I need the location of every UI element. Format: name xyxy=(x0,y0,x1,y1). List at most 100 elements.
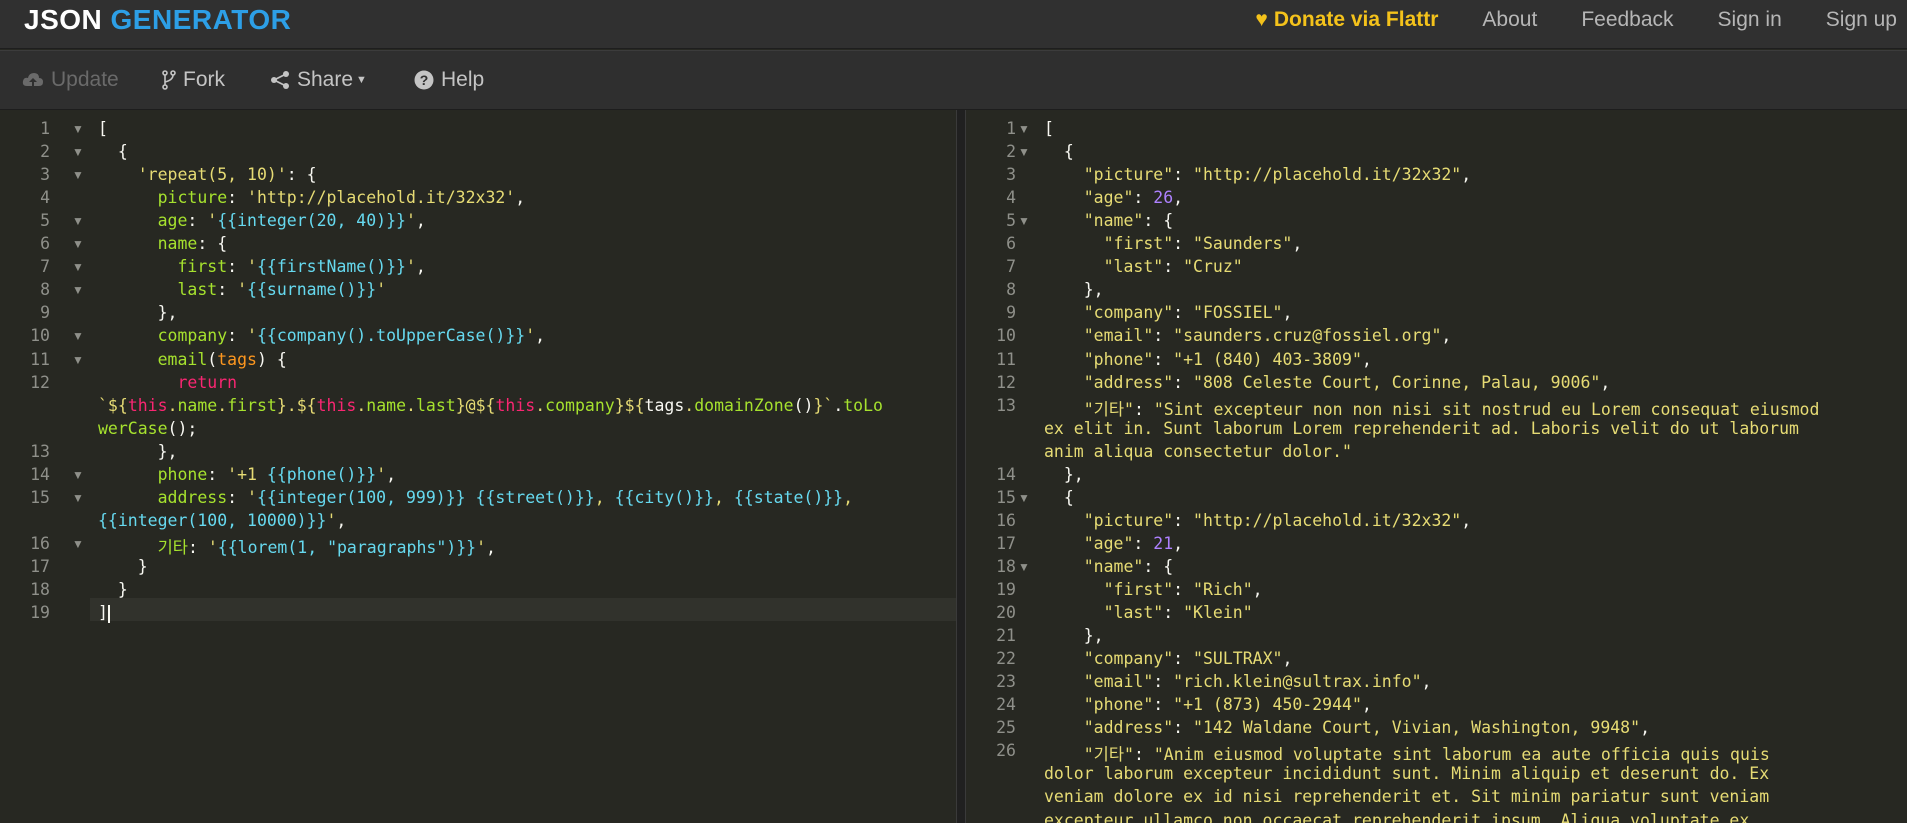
pane-divider[interactable] xyxy=(956,110,966,823)
code-line[interactable]: excepteur ullamco non occaecat reprehend… xyxy=(966,811,1907,823)
code-line[interactable]: 18 ▼ "name": { xyxy=(966,557,1907,580)
code-line[interactable]: 13 }, xyxy=(0,442,956,465)
code-line[interactable]: 3 ▼ 'repeat(5, 10)': { xyxy=(0,165,956,188)
code-token: : xyxy=(217,280,238,300)
code-token: return xyxy=(177,372,238,392)
code-token: ' xyxy=(247,487,257,507)
code-line[interactable]: 1 ▼[ xyxy=(0,119,956,142)
code-token: domainZone xyxy=(694,395,794,415)
code-line[interactable]: 4 "age": 26, xyxy=(966,188,1907,211)
code-line[interactable]: 10 "email": "saunders.cruz@fossiel.org", xyxy=(966,326,1907,349)
line-number: 26 xyxy=(996,741,1016,761)
code-text: "picture": "http://placehold.it/32x32", xyxy=(1044,511,1471,530)
fold-toggle-icon[interactable]: ▼ xyxy=(1018,491,1030,505)
code-line[interactable]: 26 "기타": "Anim eiusmod voluptate sint la… xyxy=(966,741,1907,764)
code-line[interactable]: 8 }, xyxy=(966,280,1907,303)
code-line[interactable]: 10 ▼ company: '{{company().toUpperCase()}… xyxy=(0,326,956,349)
code-line[interactable]: 16 ▼ 기타: '{{lorem(1, "paragraphs")}}', xyxy=(0,534,956,557)
help-button[interactable]: ? Help xyxy=(414,68,484,92)
line-number: 13 xyxy=(996,395,1016,415)
update-button[interactable]: Update xyxy=(22,68,119,92)
code-line[interactable]: dolor laborum excepteur incididunt sunt.… xyxy=(966,764,1907,787)
code-line[interactable]: 8 ▼ last: '{{surname()}}' xyxy=(0,280,956,303)
feedback-link[interactable]: Feedback xyxy=(1581,8,1673,32)
code-line[interactable]: veniam dolore ex id nisi reprehenderit e… xyxy=(966,787,1907,810)
code-line[interactable]: 7 "last": "Cruz" xyxy=(966,257,1907,280)
code-line[interactable]: 23 "email": "rich.klein@sultrax.info", xyxy=(966,672,1907,695)
fold-toggle-icon[interactable]: ▼ xyxy=(1018,214,1030,228)
line-number: 19 xyxy=(996,580,1016,599)
code-line[interactable]: 9 }, xyxy=(0,303,956,326)
code-line[interactable]: 14 ▼ phone: '+1 {{phone()}}', xyxy=(0,465,956,488)
code-line[interactable]: 19] xyxy=(0,603,956,626)
code-line[interactable]: 14 }, xyxy=(966,465,1907,488)
donate-link[interactable]: ♥ Donate via Flattr xyxy=(1255,8,1438,32)
code-line[interactable]: 21 }, xyxy=(966,626,1907,649)
code-line[interactable]: `${this.name.first}.${this.name.last}@${… xyxy=(0,396,956,419)
signup-link[interactable]: Sign up xyxy=(1826,8,1897,32)
fold-toggle-icon[interactable]: ▼ xyxy=(1018,122,1030,136)
code-line[interactable]: ex elit in. Sunt laborum Lorem reprehend… xyxy=(966,419,1907,442)
code-line[interactable]: 3 "picture": "http://placehold.it/32x32"… xyxy=(966,165,1907,188)
fold-toggle-icon[interactable]: ▼ xyxy=(72,353,84,367)
code-line[interactable]: 11 ▼ email(tags) { xyxy=(0,350,956,373)
code-line[interactable]: 9 "company": "FOSSIEL", xyxy=(966,303,1907,326)
signin-link[interactable]: Sign in xyxy=(1718,8,1782,32)
code-line[interactable]: 15 ▼ { xyxy=(966,488,1907,511)
code-line[interactable]: 7 ▼ first: '{{firstName()}}', xyxy=(0,257,956,280)
fold-toggle-icon[interactable]: ▼ xyxy=(72,145,84,159)
help-label: Help xyxy=(441,68,485,91)
code-token: , xyxy=(1600,372,1611,392)
share-button[interactable]: Share ▼ xyxy=(270,68,367,92)
code-line[interactable]: 20 "last": "Klein" xyxy=(966,603,1907,626)
fold-toggle-icon[interactable]: ▼ xyxy=(72,537,84,551)
code-line[interactable]: 17 "age": 21, xyxy=(966,534,1907,557)
code-line[interactable]: 6 "first": "Saunders", xyxy=(966,234,1907,257)
code-line[interactable]: 1 ▼[ xyxy=(966,119,1907,142)
code-line[interactable]: 2 ▼ { xyxy=(0,142,956,165)
code-line[interactable]: 12 "address": "808 Celeste Court, Corinn… xyxy=(966,373,1907,396)
code-text: "address": "808 Celeste Court, Corinne, … xyxy=(1044,372,1611,392)
fold-toggle-icon[interactable]: ▼ xyxy=(72,168,84,182)
code-line[interactable]: 18 } xyxy=(0,580,956,603)
code-line[interactable]: 24 "phone": "+1 (873) 450-2944", xyxy=(966,695,1907,718)
code-line[interactable]: anim aliqua consectetur dolor." xyxy=(966,442,1907,465)
code-line[interactable]: 12 return xyxy=(0,373,956,396)
code-line[interactable]: 4 picture: 'http://placehold.it/32x32', xyxy=(0,188,956,211)
fold-toggle-icon[interactable]: ▼ xyxy=(72,491,84,505)
fold-toggle-icon[interactable]: ▼ xyxy=(1018,145,1030,159)
fold-toggle-icon[interactable]: ▼ xyxy=(72,122,84,136)
code-line[interactable]: 16 "picture": "http://placehold.it/32x32… xyxy=(966,511,1907,534)
fold-toggle-icon[interactable]: ▼ xyxy=(72,329,84,343)
code-token: "first" xyxy=(1103,580,1174,599)
template-editor[interactable]: 1 ▼[2 ▼ {3 ▼ 'repeat(5, 10)': {4 picture: '… xyxy=(0,110,956,823)
code-line[interactable]: 5 ▼ age: '{{integer(20, 40)}}', xyxy=(0,211,956,234)
code-line[interactable]: 11 "phone": "+1 (840) 403-3809", xyxy=(966,350,1907,373)
code-line[interactable]: 6 ▼ name: { xyxy=(0,234,956,257)
code-line[interactable]: 5 ▼ "name": { xyxy=(966,211,1907,234)
code-text: { xyxy=(1044,488,1074,507)
app-logo[interactable]: JSON GENERATOR xyxy=(24,4,291,36)
code-line[interactable]: 2 ▼ { xyxy=(966,142,1907,165)
code-line[interactable]: werCase(); xyxy=(0,419,956,442)
line-number: 22 xyxy=(996,649,1016,669)
fold-toggle-icon[interactable]: ▼ xyxy=(72,283,84,297)
code-text: "phone": "+1 (873) 450-2944", xyxy=(1044,695,1372,714)
fold-toggle-icon[interactable]: ▼ xyxy=(72,237,84,251)
fork-button[interactable]: Fork xyxy=(162,68,225,92)
code-line[interactable]: {{integer(100, 10000)}}', xyxy=(0,511,956,534)
code-line[interactable]: 19 "first": "Rich", xyxy=(966,580,1907,603)
fold-toggle-icon[interactable]: ▼ xyxy=(72,214,84,228)
code-line[interactable]: 13 "기타": "Sint excepteur non non nisi si… xyxy=(966,396,1907,419)
code-line[interactable]: 17 } xyxy=(0,557,956,580)
about-link[interactable]: About xyxy=(1482,8,1537,32)
code-line[interactable]: 25 "address": "142 Waldane Court, Vivian… xyxy=(966,718,1907,741)
fold-toggle-icon[interactable]: ▼ xyxy=(72,468,84,482)
code-line[interactable]: 15 ▼ address: '{{integer(100, 999)}} {{st… xyxy=(0,488,956,511)
fold-toggle-icon[interactable]: ▼ xyxy=(72,260,84,274)
fold-toggle-icon[interactable]: ▼ xyxy=(1018,560,1030,574)
code-line[interactable]: 22 "company": "SULTRAX", xyxy=(966,649,1907,672)
output-editor[interactable]: 1 ▼[2 ▼ {3 "picture": "http://placehold.it… xyxy=(966,110,1907,823)
code-text: "company": "SULTRAX", xyxy=(1044,649,1293,668)
